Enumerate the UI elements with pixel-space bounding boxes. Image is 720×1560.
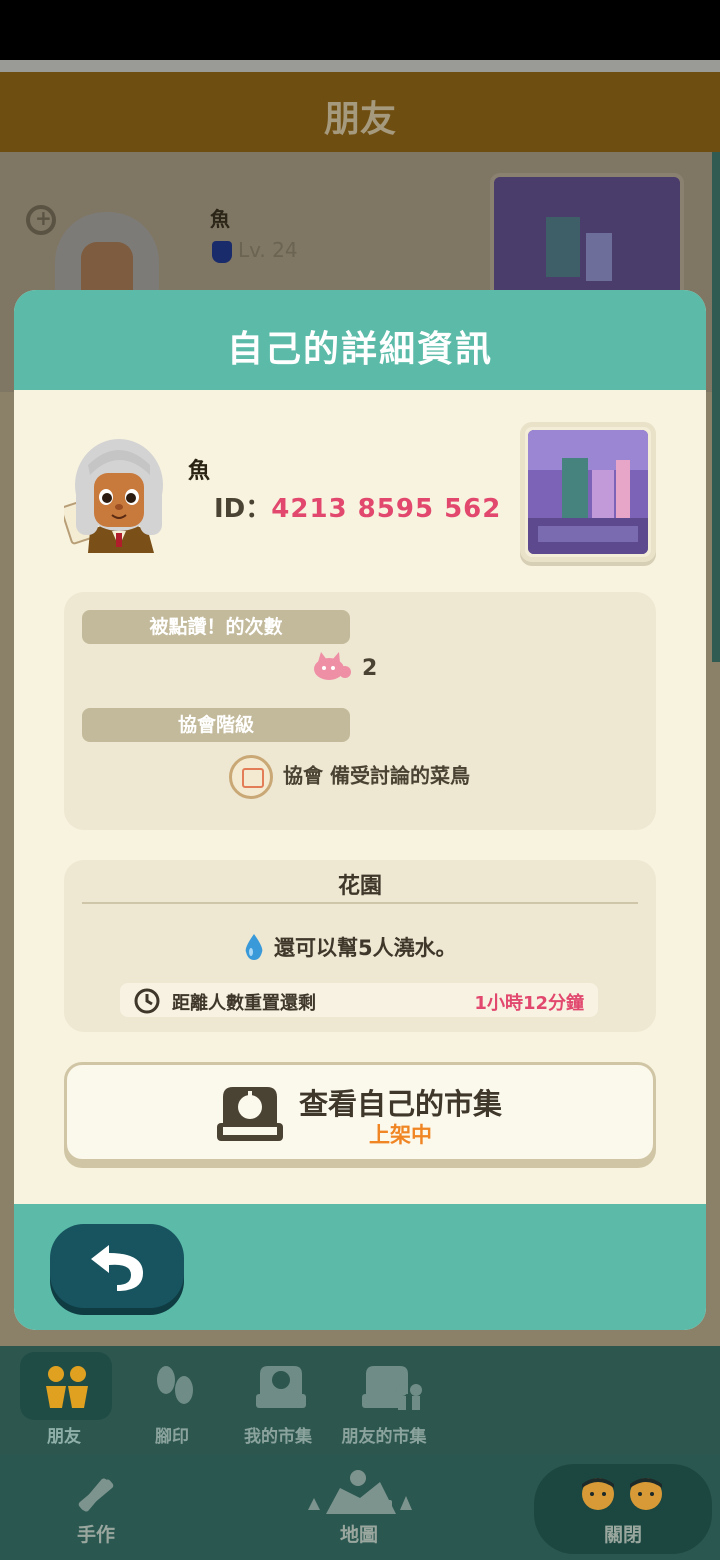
reset-label: 距離人數重置還剩 [172,993,316,1014]
scrollbar[interactable] [712,152,720,662]
timer-icon [134,988,160,1018]
nav-map[interactable]: 地圖 [296,1454,422,1560]
nav-craft[interactable]: 手作 [44,1454,148,1560]
rank-label: 協會階級 [82,708,350,742]
background-name: 魚 [210,207,230,231]
tab-label: 我的市集 [244,1427,312,1447]
market-status: 上架中 [369,1123,432,1147]
profile-id-value: 4213 8595 562 [271,494,502,524]
zoom-in-icon[interactable] [26,205,56,235]
back-arrow-icon [91,1245,143,1291]
water-drop-icon [244,933,264,965]
market-icon [217,1083,283,1147]
reset-value: 1小時12分鐘 [474,993,584,1014]
profile-detail-dialog: 自己的詳細資訊 魚 ID：4213 8595 562 被點讚！的次數 2 協會階… [14,290,706,1330]
top-strip [0,60,720,72]
garden-title: 花園 [337,874,382,899]
view-my-market-button[interactable]: 查看自己的市集 上架中 [64,1062,656,1162]
nav-close[interactable]: 關閉 [534,1454,712,1560]
rank-value: 協會 備受討論的菜鳥 [283,763,470,788]
tab-friends[interactable]: 朋友 [14,1346,114,1454]
background-photo [490,173,684,303]
water-text: 還可以幫5人澆水。 [274,936,457,960]
background-level: Lv. 24 [212,238,298,263]
dialog-title: 自己的詳細資訊 [226,329,493,370]
tab-my-market[interactable]: 我的市集 [228,1346,328,1454]
association-badge-icon [229,755,273,799]
dialog-header: 自己的詳細資訊 [14,290,706,390]
status-bar [0,0,720,60]
dialog-footer [14,1204,706,1330]
header-bar: 朋友 [0,72,720,152]
profile-id: ID：4213 8595 562 [214,488,501,525]
footprints-icon [150,1362,200,1416]
profile-name: 魚 [188,459,211,484]
market-button-label: 查看自己的市集 [299,1087,503,1121]
reset-timer-row: 距離人數重置還剩 1小時12分鐘 [120,983,598,1017]
tab-label: 朋友的市集 [341,1427,427,1447]
cat-paw-icon [312,652,352,686]
garden-panel: 花園 還可以幫5人澆水。 距離人數重置還剩 1小時12分鐘 [64,860,656,1032]
nav-label: 手作 [76,1524,115,1546]
water-row: 還可以幫5人澆水。 [244,932,457,965]
likes-count-row: 2 [312,652,377,686]
tab-label: 腳印 [155,1427,189,1447]
nav-label: 關閉 [603,1524,642,1546]
bottom-nav: 手作 地圖 關閉 [0,1454,720,1560]
cat-icon [212,240,232,263]
camp-photo[interactable] [520,422,656,562]
tab-label: 朋友 [47,1427,81,1447]
craft-icon [72,1472,120,1522]
tab-footprints[interactable]: 腳印 [122,1346,222,1454]
divider [82,902,638,904]
likes-label: 被點讚！的次數 [82,610,350,644]
tab-bar: 朋友 腳印 我的市集 朋友的市集 [0,1346,720,1454]
stats-panel: 被點讚！的次數 2 協會階級 協會 備受討論的菜鳥 [64,592,656,830]
tab-friend-market[interactable]: 朋友的市集 [334,1346,434,1454]
nav-label: 地圖 [339,1524,378,1546]
back-button[interactable] [50,1224,184,1308]
market-icon [256,1362,306,1416]
map-icon [300,1468,420,1524]
page-title: 朋友 [323,99,396,140]
profile-id-label: ID： [214,494,272,524]
background-level-text: Lv. 24 [238,238,298,262]
friend-market-icon [362,1362,422,1416]
rank-row: 協會 備受討論的菜鳥 [229,755,470,799]
avatar [60,435,174,553]
close-people-icon [574,1476,674,1520]
friends-icon [42,1362,92,1416]
likes-count: 2 [362,656,378,681]
